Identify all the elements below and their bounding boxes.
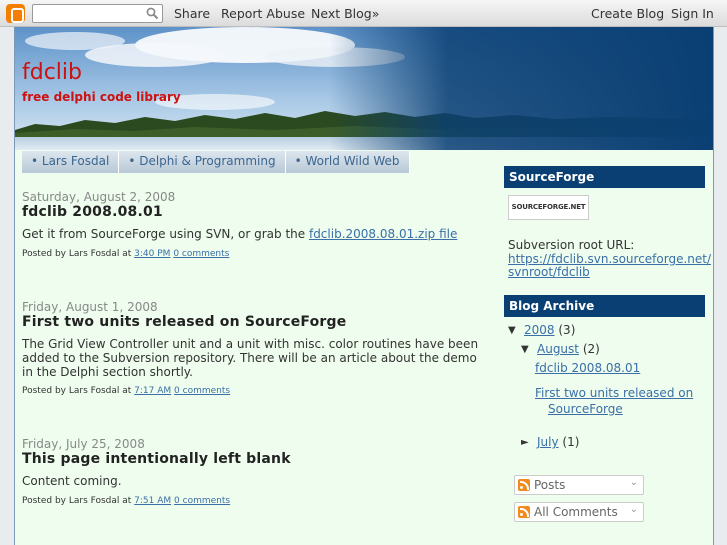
share-link[interactable]: Share [174, 6, 210, 21]
archive-year-link[interactable]: 2008 [524, 323, 555, 337]
svn-url-link[interactable]: https://fdclib.svn.sourceforge.net/ [508, 252, 711, 266]
posted-by-text: Posted by Lars Fosdal at [22, 496, 135, 506]
feed-label: Posts [534, 478, 566, 492]
next-blog-link[interactable]: Next Blog» [311, 6, 379, 21]
blog-header: fdclib free delphi code library [15, 27, 713, 150]
comments-link[interactable]: 0 comments [173, 249, 229, 259]
archive-month-july[interactable]: July (1) [537, 435, 579, 449]
expand-arrow-icon[interactable]: ▼ [508, 325, 516, 336]
post-body: The Grid View Controller unit and a unit… [22, 337, 479, 379]
report-abuse-link[interactable]: Report Abuse [221, 6, 305, 21]
tab-lars-fosdal[interactable]: • Lars Fosdal [22, 151, 120, 173]
sign-in-link[interactable]: Sign In [671, 6, 714, 21]
comments-link[interactable]: 0 comments [174, 386, 230, 396]
post-body: Get it from SourceForge using SVN, or gr… [22, 227, 482, 241]
comments-link[interactable]: 0 comments [174, 496, 230, 506]
tab-delphi-programming[interactable]: • Delphi & Programming [119, 151, 286, 173]
expand-arrow-icon[interactable]: ▼ [521, 344, 529, 355]
post-time-link[interactable]: 7:51 AM [134, 496, 171, 506]
post-date: Saturday, August 2, 2008 [22, 190, 176, 204]
archive-month-count: (1) [562, 435, 580, 449]
post-title[interactable]: fdclib 2008.08.01 [22, 204, 163, 220]
header-landscape-image [15, 27, 713, 150]
post-footer: Posted by Lars Fosdal at 7:51 AM 0 comme… [22, 496, 230, 506]
post-time-link[interactable]: 3:40 PM [134, 249, 170, 259]
navbar-search-box [32, 4, 163, 23]
post-body-text: Get it from SourceForge using SVN, or gr… [22, 227, 309, 241]
post-footer: Posted by Lars Fosdal at 3:40 PM 0 comme… [22, 249, 229, 259]
blogger-navbar: Share Report Abuse Next Blog» Create Blo… [0, 0, 727, 27]
search-icon[interactable] [146, 7, 159, 20]
archive-year-count: (3) [558, 323, 576, 337]
archive-post-link-continued[interactable]: SourceForge [548, 402, 623, 416]
post-body: Content coming. [22, 474, 122, 488]
blog-description: free delphi code library [22, 90, 181, 104]
blogger-logo-icon[interactable] [6, 4, 25, 23]
navbar-search-input[interactable] [36, 5, 146, 22]
post-time-link[interactable]: 7:17 AM [134, 386, 171, 396]
post-footer: Posted by Lars Fosdal at 7:17 AM 0 comme… [22, 386, 230, 396]
archive-post-link[interactable]: First two units released on [535, 386, 693, 400]
page-tabs: • Lars Fosdal • Delphi & Programming • W… [22, 151, 410, 173]
rss-feed-icon [518, 506, 530, 518]
archive-month-august[interactable]: August (2) [537, 342, 600, 356]
rss-feed-icon [518, 479, 530, 491]
blog-title[interactable]: fdclib [22, 60, 82, 85]
posted-by-text: Posted by Lars Fosdal at [22, 386, 135, 396]
create-blog-link[interactable]: Create Blog [591, 6, 664, 21]
sourceforge-logo[interactable]: SOURCEFORGE.NET [508, 195, 589, 220]
chevron-down-icon: ⌄ [629, 477, 638, 488]
comments-feed-dropdown[interactable]: All Comments ⌄ [514, 502, 644, 522]
collapse-arrow-icon[interactable]: ► [521, 437, 529, 448]
archive-month-link[interactable]: July [537, 435, 559, 449]
archive-post-link[interactable]: fdclib 2008.08.01 [535, 361, 640, 375]
post-date: Friday, August 1, 2008 [22, 300, 158, 314]
post-title[interactable]: First two units released on SourceForge [22, 314, 346, 330]
post-title[interactable]: This page intentionally left blank [22, 451, 291, 467]
posted-by-text: Posted by Lars Fosdal at [22, 249, 135, 259]
posts-feed-dropdown[interactable]: Posts ⌄ [514, 475, 644, 495]
blog-page: fdclib free delphi code library • Lars F… [14, 27, 714, 545]
archive-month-link[interactable]: August [537, 342, 579, 356]
archive-year-2008[interactable]: 2008 (3) [524, 323, 575, 337]
sourceforge-widget-title: SourceForge [504, 166, 705, 188]
zip-download-link[interactable]: fdclib.2008.08.01.zip file [309, 227, 457, 241]
chevron-down-icon: ⌄ [629, 504, 638, 515]
blog-archive-widget-title: Blog Archive [504, 295, 705, 317]
archive-month-count: (2) [582, 342, 600, 356]
post-date: Friday, July 25, 2008 [22, 437, 145, 451]
feed-label: All Comments [534, 505, 618, 519]
tab-world-wild-web[interactable]: • World Wild Web [285, 151, 410, 173]
svn-label: Subversion root URL: [508, 238, 635, 252]
svn-url-link-continued[interactable]: svnroot/fdclib [508, 265, 590, 279]
